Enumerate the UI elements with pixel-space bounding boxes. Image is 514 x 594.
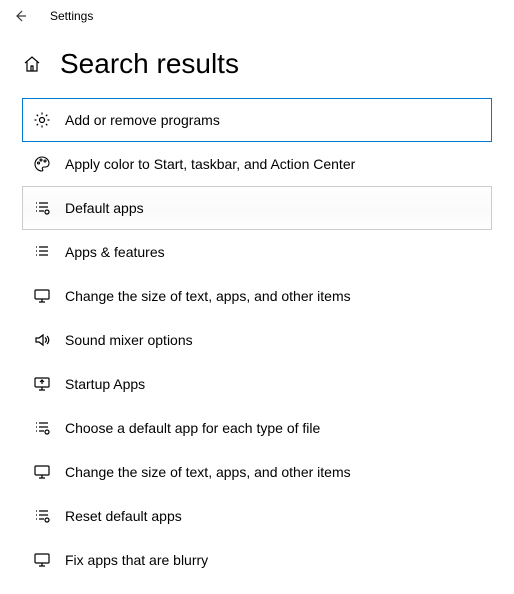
page-title: Search results xyxy=(60,48,239,80)
result-label: Apps & features xyxy=(65,244,165,260)
home-icon xyxy=(23,55,41,73)
result-item-change-size-2[interactable]: Change the size of text, apps, and other… xyxy=(22,450,492,494)
result-item-apps-features[interactable]: Apps & features xyxy=(22,230,492,274)
list-icon xyxy=(33,243,51,261)
result-label: Choose a default app for each type of fi… xyxy=(65,420,320,436)
result-label: Add or remove programs xyxy=(65,112,220,128)
list-settings-icon xyxy=(33,507,51,525)
result-label: Startup Apps xyxy=(65,376,145,392)
result-item-add-remove-programs[interactable]: Add or remove programs xyxy=(22,98,492,142)
back-arrow-icon xyxy=(12,8,28,24)
titlebar: Settings xyxy=(0,0,514,32)
result-item-choose-default-file[interactable]: Choose a default app for each type of fi… xyxy=(22,406,492,450)
startup-icon xyxy=(33,375,51,393)
result-label: Reset default apps xyxy=(65,508,182,524)
results-list: Add or remove programs Apply color to St… xyxy=(0,98,514,582)
home-button[interactable] xyxy=(22,54,42,74)
list-settings-icon xyxy=(33,199,51,217)
result-label: Sound mixer options xyxy=(65,332,193,348)
display-icon xyxy=(33,463,51,481)
result-label: Apply color to Start, taskbar, and Actio… xyxy=(65,156,355,172)
list-settings-icon xyxy=(33,419,51,437)
result-item-default-apps[interactable]: Default apps xyxy=(22,186,492,230)
result-item-change-size-1[interactable]: Change the size of text, apps, and other… xyxy=(22,274,492,318)
result-label: Change the size of text, apps, and other… xyxy=(65,288,351,304)
result-item-startup-apps[interactable]: Startup Apps xyxy=(22,362,492,406)
app-title: Settings xyxy=(50,9,93,23)
result-item-apply-color[interactable]: Apply color to Start, taskbar, and Actio… xyxy=(22,142,492,186)
result-label: Default apps xyxy=(65,200,144,216)
palette-icon xyxy=(33,155,51,173)
display-icon xyxy=(33,287,51,305)
result-item-sound-mixer[interactable]: Sound mixer options xyxy=(22,318,492,362)
display-icon xyxy=(33,551,51,569)
gear-icon xyxy=(33,111,51,129)
header: Search results xyxy=(0,32,514,98)
result-label: Change the size of text, apps, and other… xyxy=(65,464,351,480)
result-item-reset-default[interactable]: Reset default apps xyxy=(22,494,492,538)
sound-icon xyxy=(33,331,51,349)
result-item-fix-blurry[interactable]: Fix apps that are blurry xyxy=(22,538,492,582)
back-button[interactable] xyxy=(10,6,30,26)
result-label: Fix apps that are blurry xyxy=(65,552,208,568)
